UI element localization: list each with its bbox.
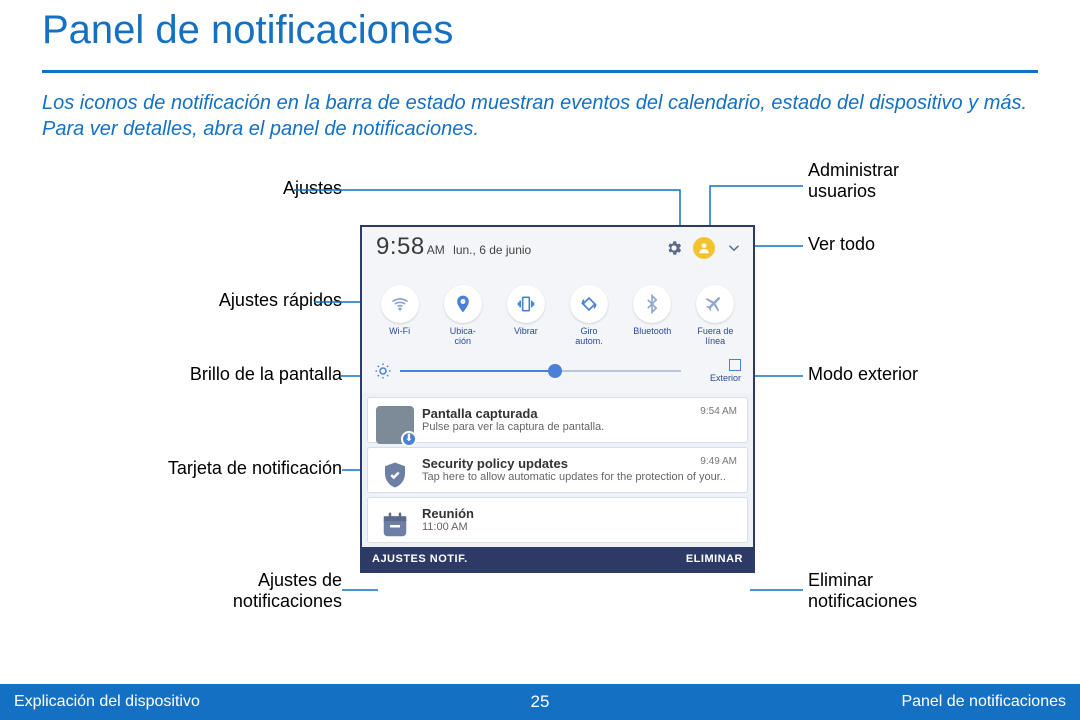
callout-tarjeta: Tarjeta de notificación [168, 458, 342, 479]
footer-left: Explicación del dispositivo [14, 693, 200, 711]
footer-page-number: 25 [531, 692, 550, 712]
user-avatar-icon[interactable] [693, 237, 715, 259]
bluetooth-icon [633, 285, 671, 323]
location-icon [444, 285, 482, 323]
title-rule [42, 70, 1038, 73]
qs-vibrar[interactable]: Vibrar [497, 285, 555, 347]
callout-ver-todo: Ver todo [808, 234, 875, 255]
panel-header: 9:58AM lun., 6 de junio [362, 227, 753, 275]
panel-footer: AJUSTES NOTIF. ELIMINAR [362, 547, 753, 571]
brightness-icon[interactable] [374, 362, 392, 380]
qs-ubicacion[interactable]: Ubica- ción [434, 285, 492, 347]
callout-eliminar: Eliminar notificaciones [808, 570, 917, 612]
qs-giro[interactable]: Giro autom. [560, 285, 618, 347]
callout-admin-usuarios: Administrar usuarios [808, 160, 899, 202]
qs-wifi[interactable]: Wi-Fi [371, 285, 429, 347]
qs-label: Wi-Fi [371, 327, 429, 337]
qs-label: Bluetooth [623, 327, 681, 337]
qs-label: Vibrar [497, 327, 555, 337]
clock-ampm: AM [427, 243, 445, 257]
notif-body: Tap here to allow automatic updates for … [422, 471, 739, 483]
clock-date: lun., 6 de junio [453, 243, 531, 257]
qs-label: Ubica- ción [434, 327, 492, 347]
notif-settings-button[interactable]: AJUSTES NOTIF. [372, 553, 468, 565]
callout-ajustes-rapidos: Ajustes rápidos [219, 290, 342, 311]
gear-icon[interactable] [665, 239, 683, 257]
quick-settings-row: Wi-Fi Ubica- ción Vibrar Giro autom. Blu… [362, 275, 753, 351]
notif-time: 9:49 AM [700, 456, 737, 467]
callout-ajustes-notif: Ajustes de notificaciones [233, 570, 342, 612]
qs-fuera-linea[interactable]: Fuera de línea [686, 285, 744, 347]
wifi-icon [381, 285, 419, 323]
intro-text: Los iconos de notificación en la barra d… [42, 90, 1038, 142]
checkbox-icon [729, 359, 741, 371]
callout-brillo: Brillo de la pantalla [190, 364, 342, 385]
qs-bluetooth[interactable]: Bluetooth [623, 285, 681, 347]
notif-body: 11:00 AM [422, 521, 739, 533]
screenshot-thumb-icon: ⬇ [376, 406, 414, 444]
notification-card[interactable]: Security policy updates Tap here to allo… [367, 447, 748, 493]
airplane-icon [696, 285, 734, 323]
callout-modo-exterior: Modo exterior [808, 364, 918, 385]
vibrate-icon [507, 285, 545, 323]
notification-panel: 9:58AM lun., 6 de junio Wi-Fi Ubica- ció… [360, 225, 755, 573]
footer-right: Panel de notificaciones [901, 693, 1066, 711]
outdoor-label: Exterior [710, 373, 741, 383]
qs-label: Fuera de línea [686, 327, 744, 347]
notif-time: 9:54 AM [700, 406, 737, 417]
page-footer: Explicación del dispositivo 25 Panel de … [0, 684, 1080, 720]
page-title: Panel de notificaciones [42, 8, 453, 53]
brightness-slider[interactable] [400, 370, 681, 372]
clear-all-button[interactable]: ELIMINAR [686, 553, 743, 565]
notif-title: Security policy updates [422, 456, 739, 471]
outdoor-mode-toggle[interactable]: Exterior [689, 359, 741, 383]
save-badge-icon: ⬇ [401, 431, 417, 447]
calendar-icon [376, 506, 414, 544]
rotate-icon [570, 285, 608, 323]
shield-icon [376, 456, 414, 494]
brightness-row: Exterior [362, 351, 753, 393]
notification-card[interactable]: ⬇ Pantalla capturada Pulse para ver la c… [367, 397, 748, 443]
chevron-down-icon[interactable] [725, 239, 743, 257]
clock-time: 9:58 [376, 233, 425, 260]
notification-card[interactable]: Reunión 11:00 AM [367, 497, 748, 543]
notif-body: Pulse para ver la captura de pantalla. [422, 421, 739, 433]
notif-title: Reunión [422, 506, 739, 521]
qs-label: Giro autom. [560, 327, 618, 347]
callout-ajustes: Ajustes [283, 178, 342, 199]
notif-title: Pantalla capturada [422, 406, 739, 421]
